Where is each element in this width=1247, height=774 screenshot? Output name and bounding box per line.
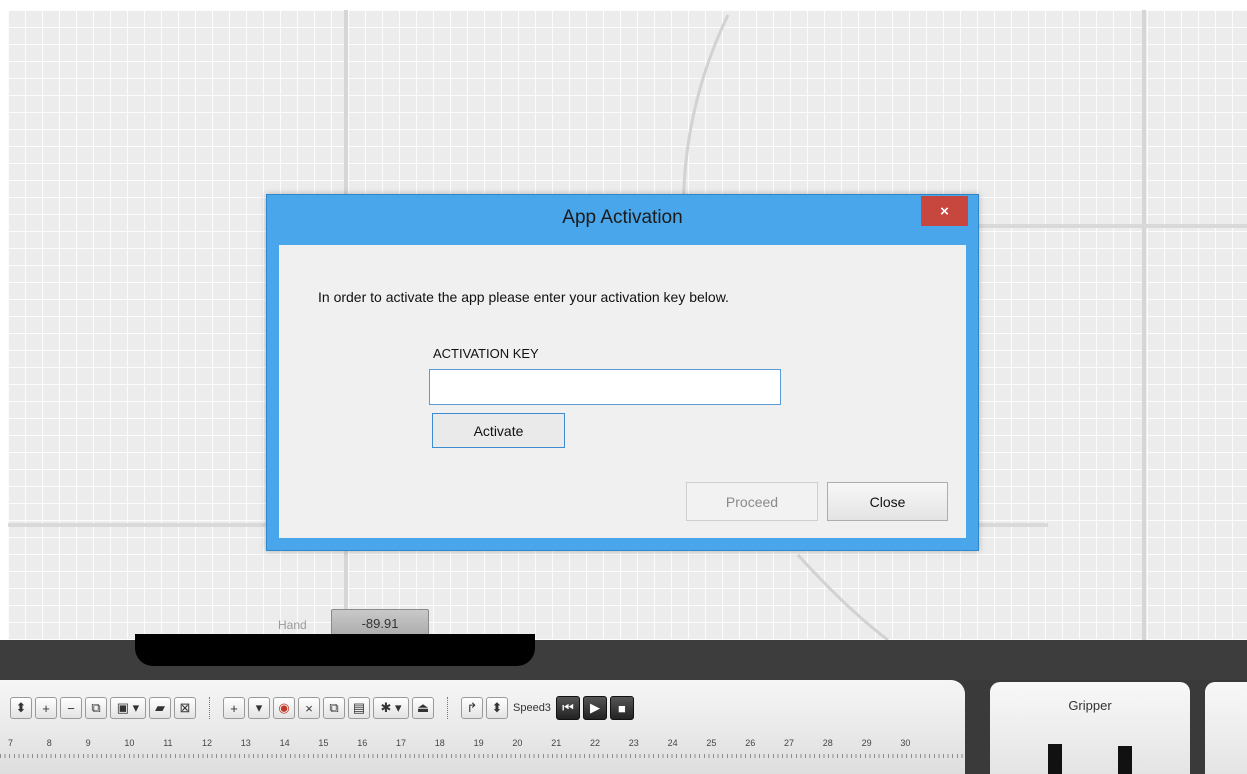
loop-icon[interactable]: ↱ bbox=[461, 697, 483, 719]
dialog-message: In order to activate the app please ente… bbox=[318, 289, 729, 305]
ruler-tick-label: 15 bbox=[318, 738, 329, 748]
record-button[interactable]: ◉ bbox=[273, 697, 295, 719]
toolbar-separator bbox=[209, 697, 210, 719]
ruler-tick-label: 20 bbox=[512, 738, 523, 748]
activation-key-input[interactable] bbox=[429, 369, 781, 405]
ruler-tick-label: 23 bbox=[628, 738, 639, 748]
toolbar-separator bbox=[447, 697, 448, 719]
proceed-button[interactable]: Proceed bbox=[686, 482, 818, 521]
speed-label: Speed3 bbox=[513, 702, 551, 714]
ruler-tick-label: 8 bbox=[46, 738, 52, 748]
add-keyframe-button[interactable]: + bbox=[223, 697, 245, 719]
ruler-tick-label: 7 bbox=[8, 738, 14, 748]
ruler-tick-label: 14 bbox=[279, 738, 290, 748]
ruler-tick-label: 27 bbox=[784, 738, 795, 748]
timeline-toolbar: ⬍ + − ⧉ ▣ ▾ ▰ ⊠ + ▾ ◉ × ⧉ ▤ ✱ ▾ ⏏ ↱ ⬍ Sp… bbox=[0, 680, 965, 774]
open-folder-icon[interactable]: ▰ bbox=[149, 697, 171, 719]
toolbar-buttons: ⬍ + − ⧉ ▣ ▾ ▰ ⊠ + ▾ ◉ × ⧉ ▤ ✱ ▾ ⏏ ↱ ⬍ Sp… bbox=[10, 695, 634, 721]
save-dropdown-button[interactable]: ▣ ▾ bbox=[110, 697, 146, 719]
remove-button[interactable]: − bbox=[60, 697, 82, 719]
paste-icon[interactable]: ▤ bbox=[348, 697, 370, 719]
side-card[interactable] bbox=[1205, 682, 1247, 774]
gripper-jaw-right bbox=[1118, 746, 1132, 774]
add-button[interactable]: + bbox=[35, 697, 57, 719]
play-button[interactable]: ▶ bbox=[582, 696, 607, 720]
dialog-body: In order to activate the app please ente… bbox=[279, 245, 966, 538]
ruler-tick-label: 25 bbox=[706, 738, 717, 748]
lock-icon[interactable]: ⏏ bbox=[412, 697, 434, 719]
ruler-tick-label: 24 bbox=[667, 738, 678, 748]
clear-icon[interactable]: ⊠ bbox=[174, 697, 196, 719]
skip-back-button[interactable]: ⏮ bbox=[555, 696, 580, 720]
ruler-tick-label: 26 bbox=[745, 738, 756, 748]
ruler-tick-label: 28 bbox=[822, 738, 833, 748]
dialog-title: App Activation bbox=[562, 207, 683, 228]
close-button[interactable]: Close bbox=[827, 482, 948, 521]
timeline-bar[interactable] bbox=[135, 634, 535, 666]
stepper-icon[interactable]: ⬍ bbox=[10, 697, 32, 719]
copy-icon[interactable]: ⧉ bbox=[85, 697, 107, 719]
settings-dropdown-button[interactable]: ✱ ▾ bbox=[373, 697, 409, 719]
ruler-tick-label: 22 bbox=[590, 738, 601, 748]
gripper-card[interactable]: Gripper bbox=[990, 682, 1190, 774]
gripper-jaw-left bbox=[1048, 744, 1062, 774]
hand-label: Hand bbox=[278, 618, 307, 632]
ruler-tick-label: 16 bbox=[357, 738, 368, 748]
activation-key-label: ACTIVATION KEY bbox=[433, 346, 539, 361]
gripper-title: Gripper bbox=[1068, 698, 1112, 713]
duplicate-icon[interactable]: ⧉ bbox=[323, 697, 345, 719]
speed-stepper[interactable]: ⬍ bbox=[486, 697, 508, 719]
activate-button[interactable]: Activate bbox=[432, 413, 565, 448]
ruler-tick-label: 11 bbox=[163, 738, 173, 748]
ruler-tick-label: 18 bbox=[434, 738, 445, 748]
ruler-tick-label: 13 bbox=[240, 738, 251, 748]
timeline-ruler[interactable]: 7 8 9 10 11 12 13 14 15 16 17 18 19 20 21 22 23 24 25 26 27 2… bbox=[0, 736, 965, 758]
ruler-tick-label: 10 bbox=[124, 738, 135, 748]
ruler-tick-label: 19 bbox=[473, 738, 484, 748]
activation-dialog: App Activation × In order to activate th… bbox=[266, 194, 979, 551]
ruler-tick-label: 17 bbox=[396, 738, 407, 748]
ruler-tick-label: 21 bbox=[551, 738, 562, 748]
stop-button[interactable]: ■ bbox=[609, 696, 634, 720]
ruler-tick-label: 30 bbox=[900, 738, 911, 748]
ruler-tick-label: 29 bbox=[861, 738, 872, 748]
ruler-tick-label: 12 bbox=[202, 738, 213, 748]
ruler-tick-label: 9 bbox=[85, 738, 91, 748]
close-icon[interactable]: × bbox=[921, 196, 968, 226]
add-keyframe-dropdown[interactable]: ▾ bbox=[248, 697, 270, 719]
delete-button[interactable]: × bbox=[298, 697, 320, 719]
